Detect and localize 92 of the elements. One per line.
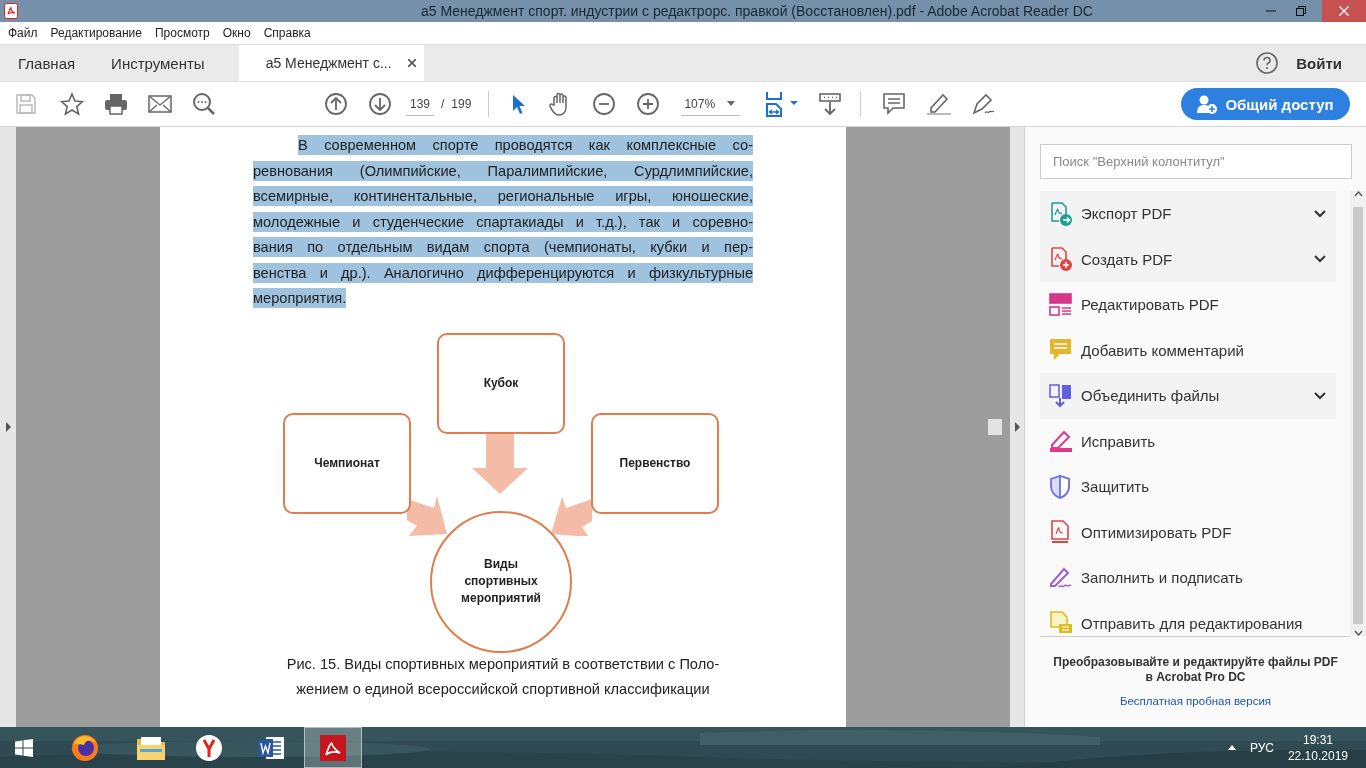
tool-item[interactable]: Заполнить и подписать bbox=[1040, 555, 1336, 601]
menu-item[interactable]: Окно bbox=[222, 26, 251, 40]
trial-link[interactable]: Бесплатная пробная версия bbox=[1119, 695, 1272, 707]
browser-icon bbox=[195, 733, 223, 762]
tool-item[interactable]: Отправить для редактирования bbox=[1040, 600, 1336, 636]
collapse-right-icon[interactable] bbox=[1014, 422, 1020, 432]
figure-caption-line: Рис. 15. Виды спортивных мероприятий в соответствии с Поло- bbox=[286, 654, 720, 674]
diagram-box: Кубок bbox=[437, 332, 565, 434]
tab[interactable]: Главная bbox=[0, 45, 94, 81]
tool-label: Заполнить и подписать bbox=[1081, 569, 1244, 587]
tool-item[interactable]: Добавить комментарий bbox=[1040, 327, 1336, 373]
tab[interactable]: a5 Менеджмент с... bbox=[238, 45, 424, 81]
scrollbar-thumb[interactable] bbox=[988, 419, 1002, 435]
scroll-up-icon[interactable] bbox=[1353, 191, 1363, 197]
tool-item[interactable]: Объединить файлы bbox=[1040, 373, 1336, 419]
page-separator: / bbox=[441, 97, 445, 111]
share-button[interactable]: Общий доступ bbox=[1181, 88, 1350, 120]
tab[interactable]: Инструменты bbox=[93, 45, 223, 81]
arrow bbox=[472, 432, 528, 495]
taskbar-button[interactable] bbox=[304, 727, 362, 768]
tool-label: Объединить файлы bbox=[1081, 387, 1221, 405]
scroll-down-icon[interactable] bbox=[1353, 630, 1363, 636]
zoom-value: 107% bbox=[684, 96, 716, 111]
help-icon[interactable] bbox=[1256, 52, 1279, 74]
tool-label: Отправить для редактирования bbox=[1081, 614, 1304, 632]
tool-label: Экспорт PDF bbox=[1081, 205, 1173, 223]
pdf-icon bbox=[319, 733, 347, 762]
chevron-down-icon[interactable] bbox=[1314, 255, 1326, 264]
arrow-down-icon[interactable] bbox=[369, 93, 391, 115]
window-title: a5 Менеджмент спорт. индустрии с редактрорс. правкой (Восстановлен).pdf - Adobe Acrobat Reader DC bbox=[420, 3, 1094, 19]
arrow bbox=[407, 495, 449, 536]
tool-label: Редактировать PDF bbox=[1081, 296, 1220, 314]
arrow bbox=[550, 495, 592, 536]
language-indicator[interactable]: РУС bbox=[1249, 740, 1274, 755]
tool-item[interactable]: Создать PDF bbox=[1040, 236, 1336, 282]
tool-label: Защитить bbox=[1081, 478, 1151, 496]
diagram-circle: Виды спортивных мероприятий bbox=[430, 510, 572, 653]
folder-icon bbox=[136, 734, 166, 761]
tab-label: Главная bbox=[18, 54, 76, 72]
tool-label: Исправить bbox=[1081, 432, 1157, 450]
tool-label: Оптимизировать PDF bbox=[1081, 523, 1233, 541]
browser-icon bbox=[71, 733, 99, 762]
diagram-box: Первенство bbox=[591, 412, 719, 514]
chevron-down-icon[interactable] bbox=[1314, 391, 1326, 400]
comment-icon[interactable] bbox=[883, 93, 906, 115]
tool-item[interactable]: Исправить bbox=[1040, 418, 1336, 464]
sign-in-link[interactable]: Войти bbox=[1296, 45, 1366, 81]
close-button[interactable] bbox=[1322, 0, 1366, 22]
scrollbar-thumb[interactable] bbox=[1353, 207, 1363, 624]
expand-left-icon[interactable] bbox=[5, 422, 11, 432]
tool-item[interactable]: Редактировать PDF bbox=[1040, 282, 1336, 328]
diagram-box: Чемпионат bbox=[283, 412, 411, 514]
search-field[interactable]: Поиск "Верхний колонтитул" bbox=[1040, 144, 1352, 179]
tool-item[interactable]: Защитить bbox=[1040, 464, 1336, 510]
menu-item[interactable]: Просмотр bbox=[154, 26, 210, 40]
tool-item[interactable]: Оптимизировать PDF bbox=[1040, 509, 1336, 555]
zoom-in-icon[interactable] bbox=[637, 93, 660, 115]
zoom-dropdown[interactable]: 107% bbox=[681, 92, 741, 116]
app-icon bbox=[4, 3, 18, 19]
page-number-field[interactable]: 139 bbox=[406, 92, 434, 116]
highlighter-icon[interactable] bbox=[927, 93, 952, 115]
figure-caption-line: жением о единой всероссийской спортивной классификации bbox=[296, 679, 710, 699]
tab-label: a5 Менеджмент с... bbox=[265, 55, 392, 71]
add-user-icon bbox=[1197, 94, 1218, 114]
arrow-up-icon[interactable] bbox=[325, 93, 347, 115]
pen-icon[interactable] bbox=[971, 93, 996, 115]
print-icon[interactable] bbox=[104, 93, 128, 115]
search-icon[interactable] bbox=[192, 92, 216, 116]
tool-item[interactable]: Экспорт PDF bbox=[1040, 191, 1336, 237]
menu-item[interactable]: Файл bbox=[8, 26, 38, 40]
close-icon bbox=[1339, 6, 1349, 16]
restore-icon bbox=[1296, 6, 1306, 16]
chevron-down-icon[interactable] bbox=[1314, 209, 1326, 218]
tool-label: Добавить комментарий bbox=[1081, 341, 1245, 359]
menu-item[interactable]: Справка bbox=[263, 26, 311, 40]
star-icon[interactable] bbox=[60, 92, 84, 116]
promo-text: Преобразовывайте и редактируйте файлы PDF в Acrobat Pro DC bbox=[1052, 655, 1339, 685]
mail-icon[interactable] bbox=[148, 95, 172, 113]
scroll-mode-icon[interactable] bbox=[819, 93, 842, 115]
caret-icon bbox=[727, 101, 736, 106]
fit-page-icon[interactable] bbox=[765, 91, 800, 117]
windows-icon bbox=[15, 738, 33, 757]
close-icon[interactable] bbox=[407, 59, 416, 67]
document-icon bbox=[257, 734, 285, 761]
page-count: 199 bbox=[451, 97, 472, 111]
clock-date[interactable]: 22.10.2019 bbox=[1287, 747, 1348, 764]
tool-label: Создать PDF bbox=[1081, 250, 1174, 268]
menu-item[interactable]: Редактирование bbox=[50, 26, 142, 40]
clock-time[interactable]: 19:31 bbox=[1302, 731, 1333, 748]
zoom-out-icon[interactable] bbox=[593, 93, 616, 115]
tab-label: Инструменты bbox=[111, 54, 205, 72]
cursor-icon[interactable] bbox=[512, 94, 527, 114]
